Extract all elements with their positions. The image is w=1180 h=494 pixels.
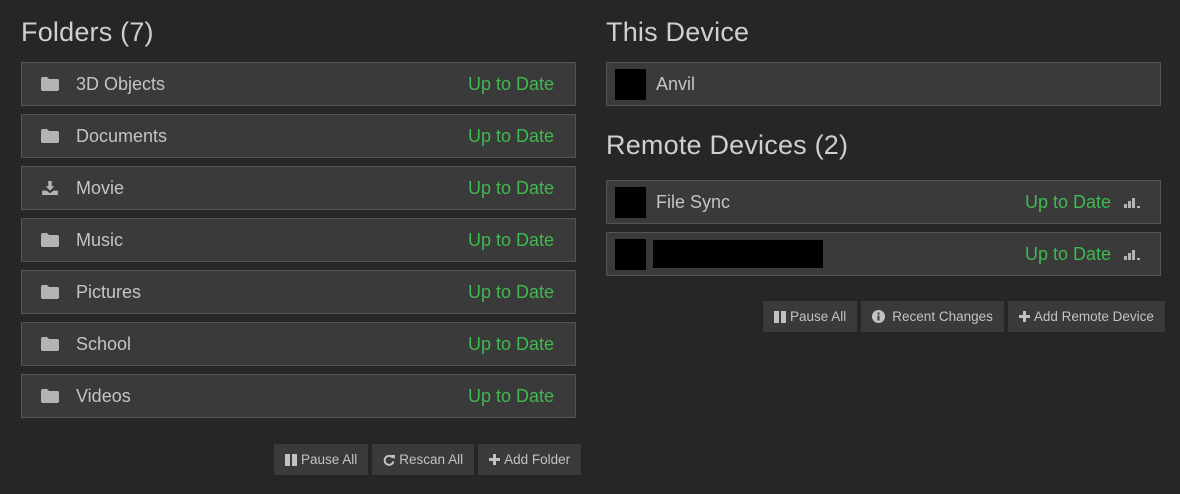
folder-label: Music: [76, 229, 124, 250]
pause-all-devices-button[interactable]: Pause All: [763, 301, 858, 332]
device-avatar: [615, 186, 646, 218]
folder-icon: [41, 129, 59, 143]
folder-status: Up to Date: [467, 125, 554, 146]
folder-row-pictures[interactable]: Pictures Up to Date: [21, 270, 576, 314]
add-remote-device-label: Add Remote Device: [1033, 309, 1154, 324]
add-remote-device-button[interactable]: Add Remote Device: [1007, 301, 1165, 332]
signal-icon: [1124, 250, 1140, 260]
folder-icon: [41, 233, 59, 247]
signal-icon: [1124, 198, 1140, 208]
folder-row-videos[interactable]: Videos Up to Date: [21, 374, 576, 418]
folder-icon: [41, 389, 59, 403]
folder-status: Up to Date: [467, 73, 554, 94]
folder-icon: [41, 77, 59, 91]
recent-changes-label: Recent Changes: [892, 309, 993, 324]
folder-row-3d-objects[interactable]: 3D Objects Up to Date: [21, 62, 576, 106]
recent-changes-button[interactable]: Recent Changes: [861, 301, 1004, 332]
rescan-all-button[interactable]: Rescan All: [372, 444, 475, 475]
plus-icon: [489, 454, 501, 465]
remote-device-row-file-sync[interactable]: File Sync Up to Date: [606, 180, 1161, 224]
download-icon: [42, 181, 58, 195]
folder-label: Movie: [76, 177, 125, 198]
folder-label: School: [76, 333, 132, 354]
folder-row-movie[interactable]: Movie Up to Date: [21, 166, 576, 210]
folder-icon: [41, 285, 59, 299]
remote-device-row-redacted[interactable]: Up to Date: [606, 232, 1161, 276]
devices-button-bar: Pause All Recent Changes Add Remote Devi…: [763, 301, 1165, 332]
folder-status: Up to Date: [467, 177, 554, 198]
pause-all-label: Pause All: [790, 309, 847, 324]
folder-status: Up to Date: [467, 229, 554, 250]
folder-label: Documents: [76, 125, 168, 146]
folder-label: Pictures: [76, 281, 142, 302]
plus-icon: [1018, 311, 1030, 322]
pause-all-label: Pause All: [301, 452, 358, 467]
add-folder-label: Add Folder: [504, 452, 571, 467]
folders-title: Folders (7): [21, 17, 154, 47]
folder-icon: [41, 337, 59, 351]
folders-panel: Folders (7) 3D Objects Up to Date Docume…: [21, 0, 576, 426]
device-avatar: [615, 68, 646, 100]
pause-icon: [285, 453, 297, 466]
folder-row-music[interactable]: Music Up to Date: [21, 218, 576, 262]
rescan-all-label: Rescan All: [399, 452, 464, 467]
this-device-name: Anvil: [656, 73, 696, 94]
pause-all-folders-button[interactable]: Pause All: [274, 444, 369, 475]
remote-device-name: File Sync: [656, 191, 731, 212]
folder-row-documents[interactable]: Documents Up to Date: [21, 114, 576, 158]
folders-button-bar: Pause All Rescan All Add Folder: [274, 444, 582, 475]
pause-icon: [774, 310, 786, 323]
folder-label: Videos: [76, 385, 131, 406]
add-folder-button[interactable]: Add Folder: [478, 444, 582, 475]
folder-label: 3D Objects: [76, 73, 166, 94]
remote-device-status: Up to Date: [1024, 243, 1111, 264]
devices-panel: This Device Anvil Remote Devices (2) Fil…: [606, 0, 1161, 284]
folder-status: Up to Date: [467, 385, 554, 406]
device-avatar: [615, 238, 646, 270]
info-icon: [872, 310, 886, 323]
redacted-device-name: [653, 240, 823, 268]
refresh-icon: [383, 454, 396, 466]
folder-row-school[interactable]: School Up to Date: [21, 322, 576, 366]
folder-status: Up to Date: [467, 281, 554, 302]
remote-device-status: Up to Date: [1024, 191, 1111, 212]
this-device-title: This Device: [606, 17, 750, 47]
folder-status: Up to Date: [467, 333, 554, 354]
this-device-row[interactable]: Anvil: [606, 62, 1161, 106]
remote-devices-title: Remote Devices (2): [606, 130, 849, 160]
